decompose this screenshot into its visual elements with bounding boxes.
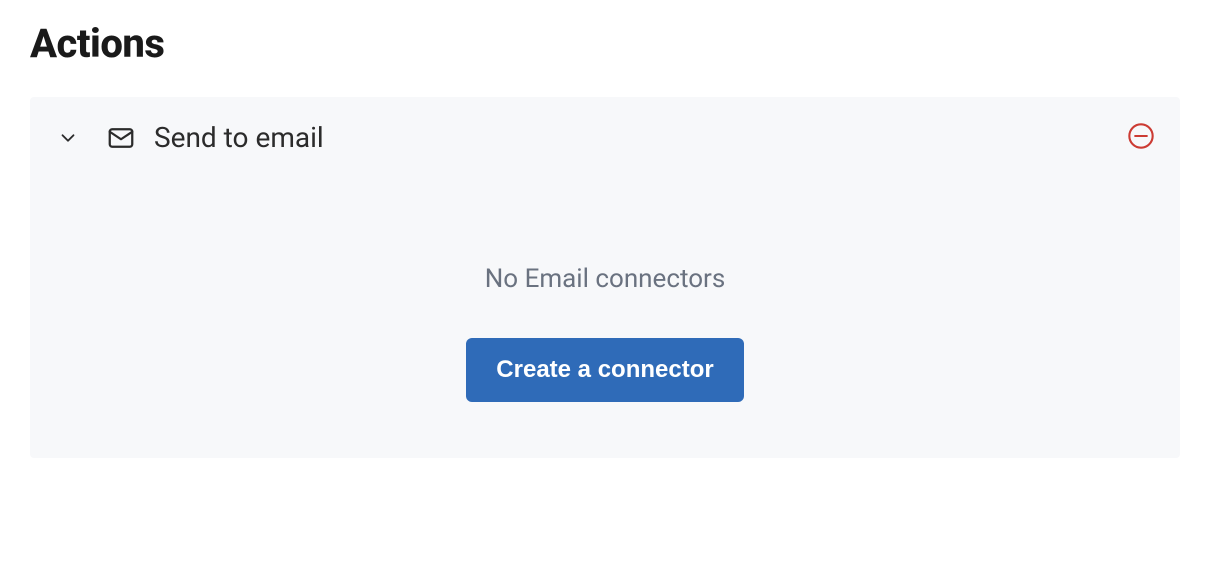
chevron-down-icon[interactable] (54, 124, 82, 152)
action-body: No Email connectors Create a connector (54, 264, 1156, 402)
remove-action-button[interactable] (1126, 123, 1156, 153)
action-header: Send to email (54, 121, 1156, 154)
remove-circle-icon (1127, 122, 1155, 153)
create-connector-button[interactable]: Create a connector (466, 338, 743, 402)
action-title-group: Send to email (106, 121, 324, 154)
action-title-label: Send to email (154, 121, 324, 154)
action-header-left: Send to email (54, 121, 324, 154)
action-card: Send to email No Email connectors Create… (30, 97, 1180, 458)
empty-connectors-message: No Email connectors (485, 264, 726, 294)
page-title: Actions (30, 20, 1180, 67)
email-icon (106, 123, 136, 153)
